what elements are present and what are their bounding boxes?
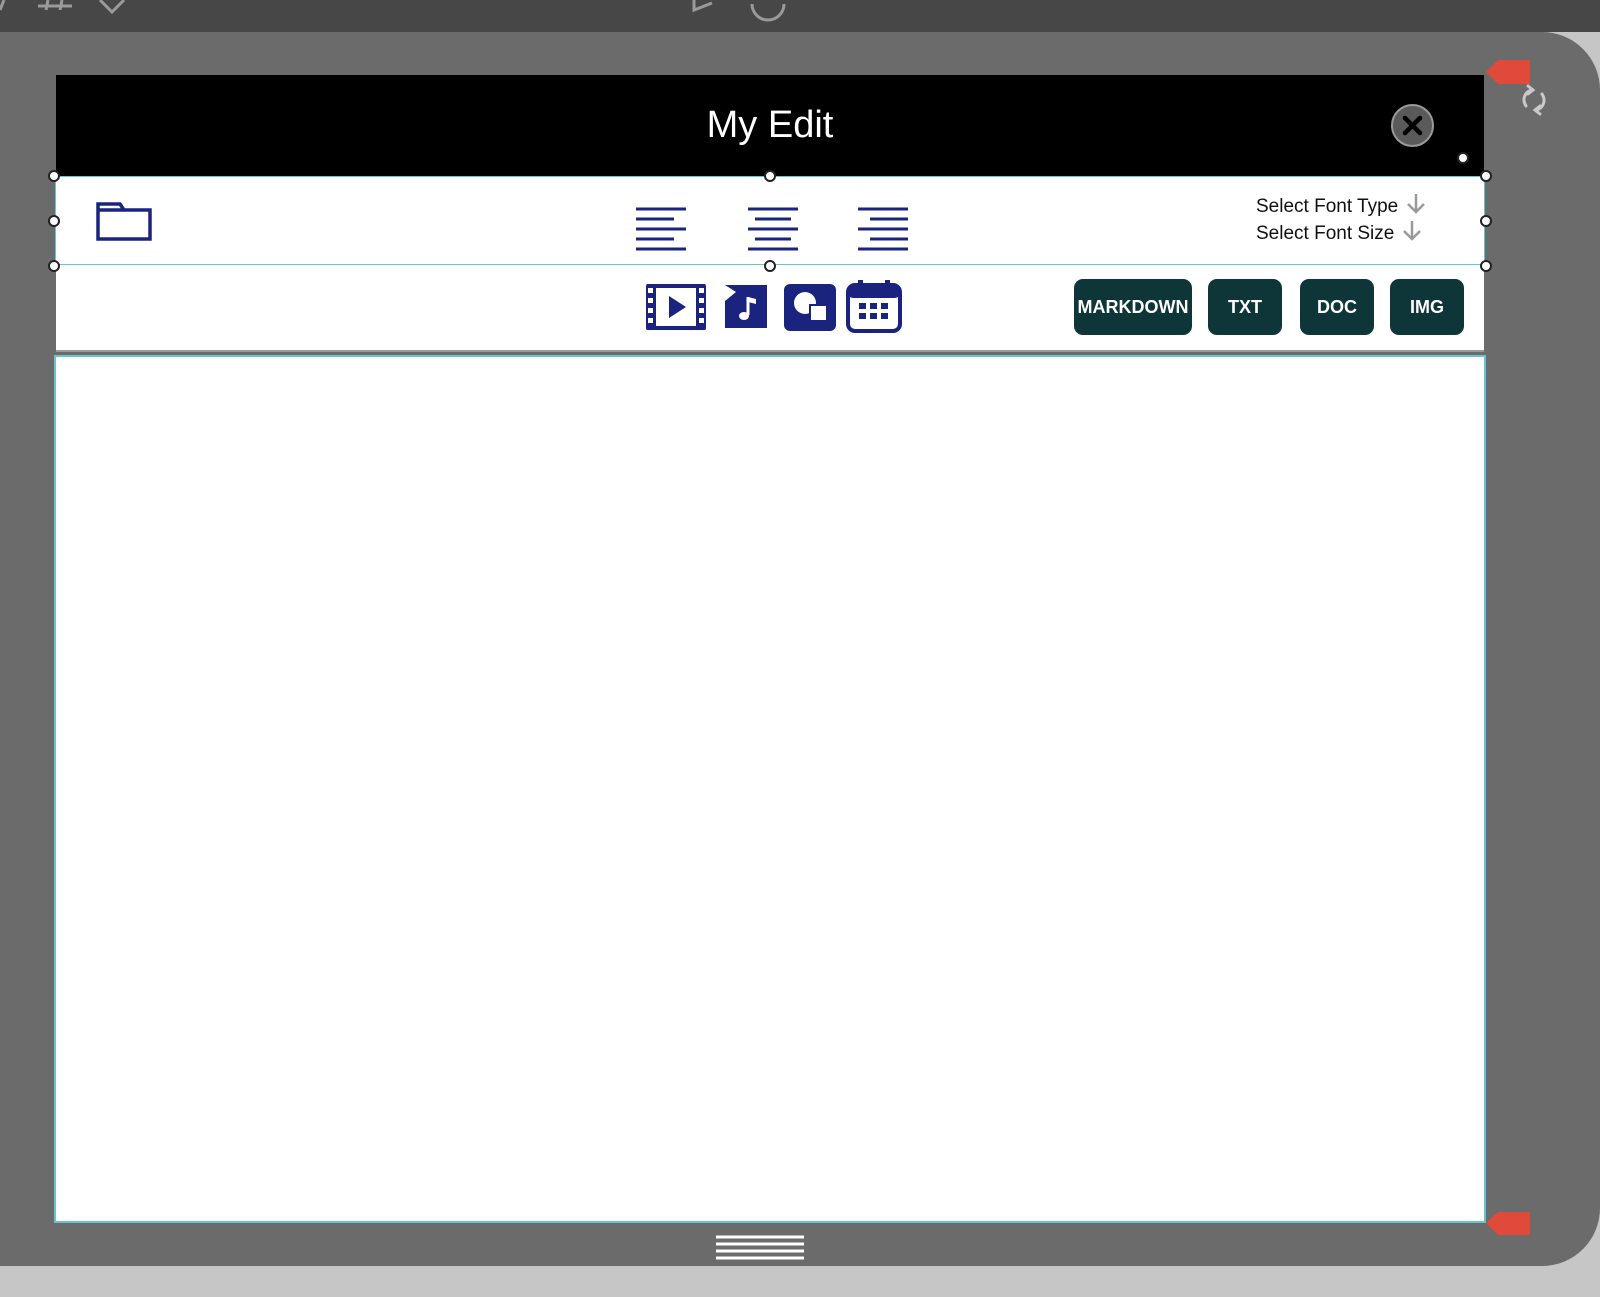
folder-icon[interactable] xyxy=(96,196,152,244)
marker-tag-bottom xyxy=(1486,1212,1530,1235)
align-left-icon[interactable] xyxy=(634,206,688,254)
resize-handle-top-left[interactable] xyxy=(48,170,60,182)
doc-button[interactable]: DOC xyxy=(1300,279,1374,335)
resize-handle-bottom-center[interactable] xyxy=(764,260,776,272)
resize-handle-bottom-right[interactable] xyxy=(1480,260,1492,272)
host-toolbar-icons xyxy=(0,0,786,22)
host-top-bar xyxy=(0,0,1600,32)
arrow-down-icon xyxy=(1402,221,1421,241)
close-icon xyxy=(1402,115,1423,136)
close-button[interactable] xyxy=(1391,104,1434,147)
shapes-icon[interactable] xyxy=(783,283,837,333)
rotate-icon[interactable] xyxy=(1512,82,1558,122)
txt-button[interactable]: TXT xyxy=(1208,279,1282,335)
font-size-label: Select Font Size xyxy=(1256,223,1395,244)
font-size-select[interactable]: Select Font Size xyxy=(1256,219,1424,245)
title-bar: My Edit xyxy=(56,75,1484,176)
rotate-handle[interactable] xyxy=(1457,152,1469,164)
window-title: My Edit xyxy=(706,104,834,146)
img-button[interactable]: IMG xyxy=(1390,279,1464,335)
resize-handle-middle-left[interactable] xyxy=(48,215,60,227)
align-center-icon[interactable] xyxy=(746,206,800,254)
font-type-label: Select Font Type xyxy=(1256,196,1399,217)
resize-handle-middle-right[interactable] xyxy=(1480,215,1492,227)
resize-handle-top-center[interactable] xyxy=(764,170,776,182)
music-icon[interactable] xyxy=(722,283,770,331)
editor-text-area[interactable] xyxy=(54,355,1486,1223)
resize-grip-icon[interactable] xyxy=(716,1232,804,1262)
align-right-icon[interactable] xyxy=(856,206,910,254)
calendar-icon[interactable] xyxy=(846,279,902,333)
video-icon[interactable] xyxy=(644,282,708,332)
arrow-down-icon xyxy=(1406,194,1425,214)
resize-handle-bottom-left[interactable] xyxy=(48,260,60,272)
font-type-select[interactable]: Select Font Type xyxy=(1256,192,1428,218)
resize-handle-top-right[interactable] xyxy=(1480,170,1492,182)
markdown-button[interactable]: MARKDOWN xyxy=(1074,279,1192,335)
